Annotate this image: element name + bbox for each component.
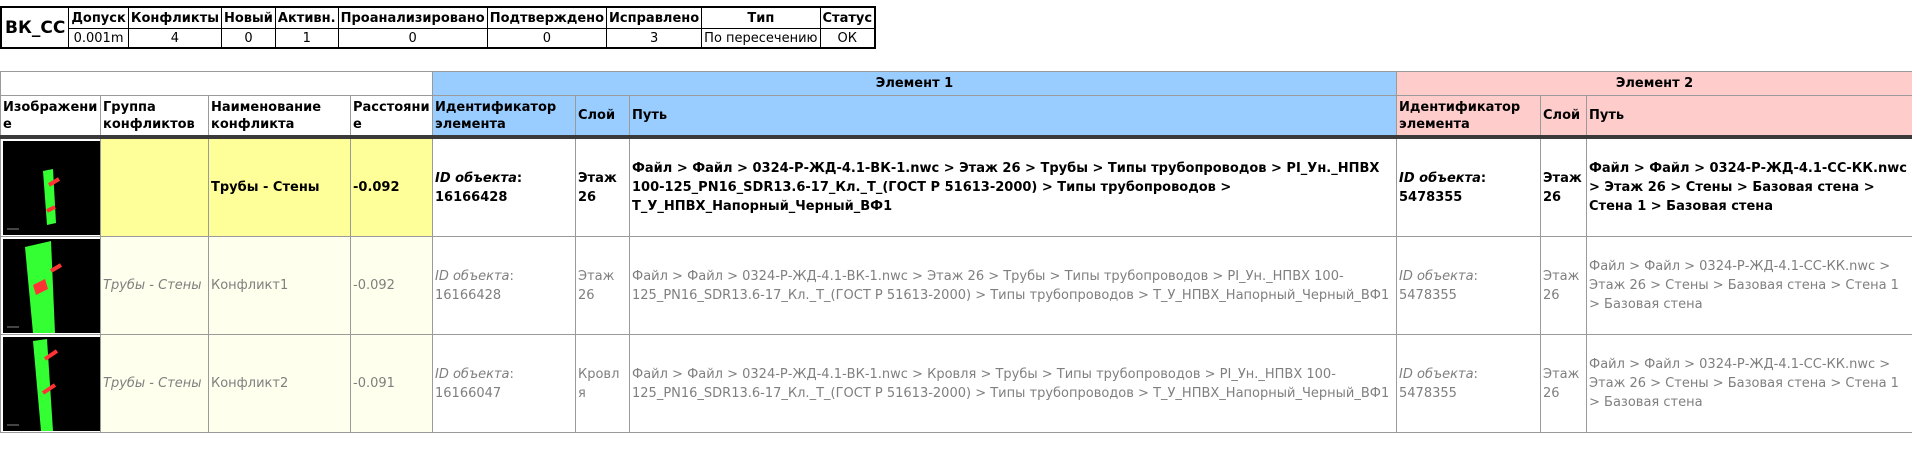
clash-results-table: Элемент 1 Элемент 2 Изображение Группа к…: [0, 71, 1912, 433]
group-header-blank: [0, 71, 433, 96]
column-header-element2-path: Путь: [1586, 95, 1912, 139]
element2-id-cell: ID объекта: 5478355: [1396, 236, 1542, 335]
id-label: ID объекта: [1399, 170, 1481, 186]
clash-test-summary-table: ВК_СС Допуск Конфликты Новый Активн. Про…: [0, 6, 877, 49]
clash-thumbnail-image: [3, 238, 100, 333]
element1-layer-cell: Этаж 26: [575, 136, 630, 237]
element1-id-cell: ID объекта: 16166047: [432, 334, 576, 433]
element2-path-cell: Файл > Файл > 0324-Р-ЖД-4.1-СС-КК.nwc > …: [1586, 334, 1912, 433]
column-header-element1-layer: Слой: [575, 95, 630, 139]
summary-header-type: Тип: [701, 6, 821, 29]
id-label: ID объекта: [435, 170, 517, 186]
element1-path-cell: Файл > Файл > 0324-Р-ЖД-4.1-ВК-1.nwc > К…: [628, 334, 1398, 433]
summary-header-active: Активн.: [274, 6, 339, 29]
column-header-element1-id: Идентификатор элемента: [432, 95, 576, 139]
summary-header-tolerance: Допуск: [68, 6, 129, 29]
element2-layer-cell: Этаж 26: [1540, 334, 1588, 433]
summary-header-new: Новый: [221, 6, 276, 29]
summary-value-approved: 0: [486, 28, 608, 49]
clash-thumbnail-image: [3, 140, 100, 235]
column-header-image: Изображение: [0, 95, 101, 139]
summary-header-status: Статус: [819, 6, 876, 29]
summary-value-active: 1: [274, 28, 339, 49]
clash-thumbnail-cell: [0, 236, 101, 335]
column-header-element1-path: Путь: [628, 95, 1398, 139]
column-header-element2-id: Идентификатор элемента: [1396, 95, 1542, 139]
column-header-element2-layer: Слой: [1540, 95, 1588, 139]
element2-id-value: 5478355: [1399, 385, 1457, 401]
element2-id-value: 5478355: [1399, 189, 1463, 205]
summary-value-clashes: 4: [127, 28, 223, 49]
summary-value-resolved: 3: [606, 28, 703, 49]
group-header-element2: Элемент 2: [1396, 71, 1912, 96]
summary-value-reviewed: 0: [337, 28, 488, 49]
summary-value-type: По пересечению: [701, 28, 821, 49]
clash-name-cell: Трубы - Стены: [208, 136, 351, 237]
clash-distance-cell: -0.091: [350, 334, 433, 433]
summary-header-clashes: Конфликты: [127, 6, 223, 29]
element1-path-cell: Файл > Файл > 0324-Р-ЖД-4.1-ВК-1.nwc > Э…: [628, 236, 1398, 335]
element1-path-cell: Файл > Файл > 0324-Р-ЖД-4.1-ВК-1.nwc > Э…: [628, 136, 1398, 237]
element2-layer-cell: Этаж 26: [1540, 236, 1588, 335]
element1-layer-cell: Этаж 26: [575, 236, 630, 335]
id-label: ID объекта: [435, 366, 510, 382]
summary-value-tolerance: 0.001m: [68, 28, 129, 49]
summary-header-approved: Подтверждено: [486, 6, 608, 29]
clash-distance-cell: -0.092: [350, 236, 433, 335]
clash-name-cell: Конфликт2: [208, 334, 351, 433]
clash-distance-cell: -0.092: [350, 136, 433, 237]
element1-layer-cell: Кровля: [575, 334, 630, 433]
element2-id-cell: ID объекта: 5478355: [1396, 136, 1542, 237]
clash-test-name: ВК_СС: [0, 6, 70, 49]
element2-path-cell: Файл > Файл > 0324-Р-ЖД-4.1-СС-КК.nwc > …: [1586, 236, 1912, 335]
table-row: Трубы - Стены Конфликт2 -0.091 ID объект…: [0, 334, 1912, 433]
clash-group-cell: [100, 136, 209, 237]
id-label: ID объекта: [435, 268, 510, 284]
element2-layer-cell: Этаж 26: [1540, 136, 1588, 237]
clash-thumbnail-image: [3, 336, 100, 431]
id-label: ID объекта: [1399, 366, 1474, 382]
element2-id-value: 5478355: [1399, 287, 1457, 303]
clash-group-cell: Трубы - Стены: [100, 236, 209, 335]
id-label: ID объекта: [1399, 268, 1474, 284]
table-row: Трубы - Стены -0.092 ID объекта: 1616642…: [0, 136, 1912, 237]
column-header-name: Наименование конфликта: [208, 95, 351, 139]
column-header-distance: Расстояние: [350, 95, 433, 139]
table-row: Трубы - Стены Конфликт1 -0.092 ID объект…: [0, 236, 1912, 335]
column-header-group: Группа конфликтов: [100, 95, 209, 139]
group-header-element1: Элемент 1: [431, 71, 1398, 96]
summary-header-resolved: Исправлено: [606, 6, 703, 29]
clash-group-cell: Трубы - Стены: [100, 334, 209, 433]
element1-id-cell: ID объекта: 16166428: [432, 136, 576, 237]
element1-id-cell: ID объекта: 16166428: [432, 236, 576, 335]
summary-value-status: ОК: [819, 28, 876, 49]
element1-id-value: 16166428: [435, 189, 508, 205]
element1-id-value: 16166428: [435, 287, 502, 303]
clash-thumbnail-cell: [0, 136, 101, 237]
element1-id-value: 16166047: [435, 385, 502, 401]
element2-path-cell: Файл > Файл > 0324-Р-ЖД-4.1-СС-КК.nwc > …: [1586, 136, 1912, 237]
clash-name-cell: Конфликт1: [208, 236, 351, 335]
summary-value-new: 0: [221, 28, 276, 49]
clash-thumbnail-cell: [0, 334, 101, 433]
element2-id-cell: ID объекта: 5478355: [1396, 334, 1542, 433]
summary-header-reviewed: Проанализировано: [337, 6, 488, 29]
